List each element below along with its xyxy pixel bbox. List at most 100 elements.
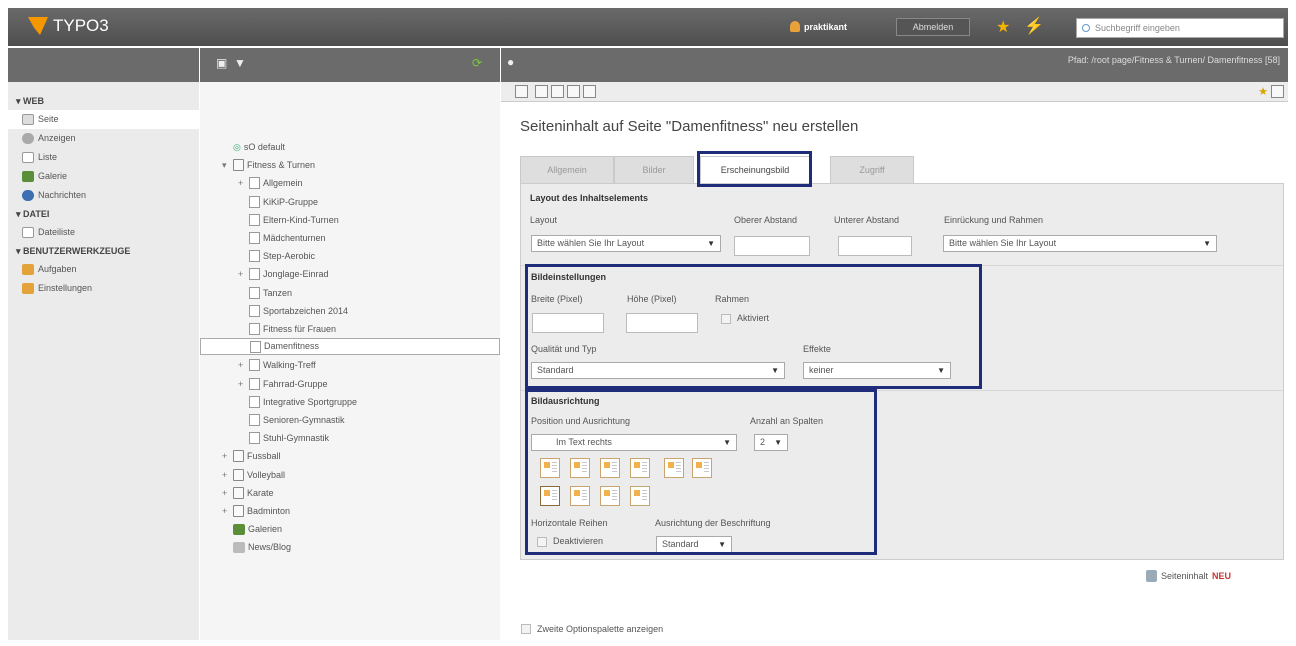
gallery-icon xyxy=(22,171,34,182)
space-after-input[interactable] xyxy=(838,236,912,256)
page-icon xyxy=(249,268,260,281)
menu-item-settings[interactable]: Einstellungen xyxy=(8,279,199,298)
content-header: ● Pfad: /root page/Fitness & Turnen/ Dam… xyxy=(501,48,1288,82)
page-icon xyxy=(249,286,260,299)
space-before-input[interactable] xyxy=(734,236,810,256)
info-icon[interactable]: ● xyxy=(507,55,514,69)
tree-item[interactable]: Step-Aerobic xyxy=(238,247,315,265)
space-after-label: Unterer Abstand xyxy=(834,215,900,225)
tree-item[interactable]: Integrative Sportgruppe xyxy=(238,393,357,411)
tree-item[interactable]: + Walking-Treff xyxy=(238,356,316,374)
menu-item-news[interactable]: Nachrichten xyxy=(8,186,199,205)
indent-select[interactable]: Bitte wählen Sie Ihr Layout ▼ xyxy=(943,235,1217,252)
user-menu[interactable]: praktikant xyxy=(790,21,847,32)
refresh-icon[interactable]: ⟳ xyxy=(472,56,482,70)
tree-item[interactable]: + Allgemein xyxy=(238,174,303,192)
tree-item[interactable]: Damenfitness xyxy=(200,338,500,356)
logout-button[interactable]: Abmelden xyxy=(896,18,970,36)
tree-item[interactable]: Sportabzeichen 2014 xyxy=(238,302,348,320)
menu-item-tasks[interactable]: Aufgaben xyxy=(8,260,199,279)
tree-item-label: Walking-Treff xyxy=(263,360,316,371)
tree-item[interactable]: Eltern-Kind-Turnen xyxy=(238,211,339,229)
space-before-label: Oberer Abstand xyxy=(734,215,798,225)
page-icon xyxy=(249,195,260,208)
menu-item-page[interactable]: Seite xyxy=(8,110,199,129)
tree-item[interactable]: ◎ sO default xyxy=(222,138,285,156)
tree-item[interactable]: ▾ Fitness & Turnen xyxy=(222,156,315,174)
second-palette-checkbox[interactable] xyxy=(521,624,531,634)
tree-expand-icon[interactable]: ▾ xyxy=(222,156,230,174)
search-input[interactable]: Suchbegriff eingeben xyxy=(1076,18,1284,38)
user-settings-icon xyxy=(22,283,34,294)
menu-group-file[interactable]: ▾ DATEI xyxy=(8,205,199,223)
page-icon xyxy=(249,213,260,226)
menu-item-list[interactable]: Liste xyxy=(8,148,199,167)
tab-access[interactable]: Zugriff xyxy=(830,156,914,183)
new-content-link[interactable]: Seiteninhalt NEU xyxy=(1146,570,1231,582)
close-doc-icon[interactable] xyxy=(515,85,528,98)
page-icon xyxy=(249,359,260,372)
tree-expand-icon[interactable]: + xyxy=(222,466,230,484)
tree-item[interactable]: Tanzen xyxy=(238,284,292,302)
folder-page-icon xyxy=(233,450,244,463)
menu-item-gallery[interactable]: Galerie xyxy=(8,167,199,186)
highlight-image-alignment xyxy=(525,389,877,555)
tree-item[interactable]: Fitness für Frauen xyxy=(238,320,336,338)
tree-item[interactable]: + Fahrrad-Gruppe xyxy=(238,375,328,393)
page-icon xyxy=(249,432,260,445)
top-bar: TYPO3 praktikant Abmelden ★ ⚡ Suchbegrif… xyxy=(8,8,1288,46)
clear-cache-flash-icon[interactable]: ⚡ xyxy=(1024,16,1044,36)
tree-item[interactable]: KiKiP-Gruppe xyxy=(238,193,318,211)
new-page-icon[interactable]: ▣ xyxy=(216,56,227,70)
bookmark-star-icon[interactable]: ★ xyxy=(996,17,1010,37)
tree-expand-icon[interactable]: + xyxy=(238,375,246,393)
news-folder-icon xyxy=(233,541,245,553)
tree-item[interactable]: + Volleyball xyxy=(222,466,285,484)
filter-icon[interactable]: ▼ xyxy=(234,56,246,70)
tree-expand-icon[interactable]: + xyxy=(222,502,230,520)
view-icon xyxy=(22,133,34,144)
open-window-icon[interactable] xyxy=(1271,85,1284,98)
save-view-icon[interactable] xyxy=(551,85,564,98)
tree-item[interactable]: Senioren-Gymnastik xyxy=(238,411,345,429)
tree-item[interactable]: Galerien xyxy=(222,520,282,538)
save-icon[interactable] xyxy=(535,85,548,98)
menu-group-user-tools[interactable]: ▾ BENUTZERWERKZEUGE xyxy=(8,242,199,260)
tree-item-label: Stuhl-Gymnastik xyxy=(263,433,330,444)
tab-general[interactable]: Allgemein xyxy=(520,156,614,183)
menu-group-web[interactable]: ▾ WEB xyxy=(8,92,199,110)
tree-item[interactable]: + Fussball xyxy=(222,447,281,465)
page-icon xyxy=(249,304,260,317)
page-icon xyxy=(249,395,260,408)
tree-expand-icon[interactable]: + xyxy=(222,447,230,465)
shortcut-star-icon[interactable]: ★ xyxy=(1258,85,1268,98)
tree-expand-icon[interactable]: + xyxy=(238,265,246,283)
tree-item[interactable]: Mädchenturnen xyxy=(238,229,326,247)
chevron-down-icon: ▼ xyxy=(707,239,715,248)
tree-item-label: sO default xyxy=(243,142,285,152)
typo3-logo[interactable]: TYPO3 xyxy=(28,16,109,36)
tree-item-label: Karate xyxy=(247,487,274,498)
save-close-icon[interactable] xyxy=(583,85,596,98)
tree-item-label: KiKiP-Gruppe xyxy=(263,196,319,207)
chevron-down-icon: ▼ xyxy=(1203,239,1211,248)
tasks-icon xyxy=(22,264,34,275)
tree-item[interactable]: Stuhl-Gymnastik xyxy=(238,429,329,447)
layout-select[interactable]: Bitte wählen Sie Ihr Layout ▼ xyxy=(531,235,721,252)
user-icon xyxy=(790,21,800,32)
tree-expand-icon[interactable]: + xyxy=(238,174,246,192)
tree-item-label: Galerien xyxy=(248,524,283,535)
second-palette-toggle[interactable]: Zweite Optionspalette anzeigen xyxy=(521,624,663,634)
page-tree-header: ▣ ▼ ⟳ xyxy=(200,48,500,82)
tree-item[interactable]: + Karate xyxy=(222,484,274,502)
tree-item[interactable]: + Badminton xyxy=(222,502,290,520)
tab-images[interactable]: Bilder xyxy=(614,156,694,183)
folder-page-icon xyxy=(233,468,244,481)
menu-item-filelist[interactable]: Dateiliste xyxy=(8,223,199,242)
tree-item[interactable]: + Jonglage-Einrad xyxy=(238,265,329,283)
tree-expand-icon[interactable]: + xyxy=(238,356,246,374)
save-new-icon[interactable] xyxy=(567,85,580,98)
tree-expand-icon[interactable]: + xyxy=(222,484,230,502)
tree-item[interactable]: News/Blog xyxy=(222,538,291,556)
menu-item-view[interactable]: Anzeigen xyxy=(8,129,199,148)
